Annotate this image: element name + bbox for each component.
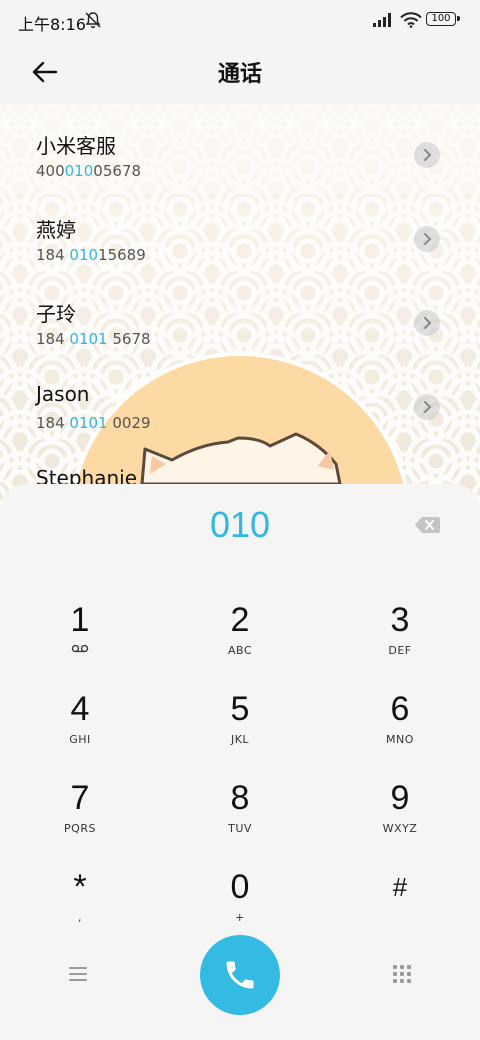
chevron-right-icon <box>424 401 432 413</box>
key-6[interactable]: 6 MNO <box>340 691 460 771</box>
contact-row[interactable]: 燕婷 184 01015689 <box>0 188 480 272</box>
contact-detail-button[interactable] <box>414 142 440 168</box>
key-8[interactable]: 8 TUV <box>180 780 300 860</box>
status-bar: 上午8:16 100 <box>0 0 480 40</box>
contact-row[interactable]: 小米客服 40001005678 <box>0 104 480 188</box>
contact-detail-button[interactable] <box>414 226 440 252</box>
contact-row[interactable]: Stephanie <box>0 440 480 484</box>
status-time: 上午8:16 <box>18 15 86 34</box>
key-9[interactable]: 9 WXYZ <box>340 780 460 860</box>
contact-number: 184 0101 0029 <box>36 414 151 432</box>
page-title: 通话 <box>217 62 262 87</box>
phone-icon <box>226 961 254 989</box>
contact-number: 40001005678 <box>36 162 141 180</box>
contact-number: 184 01015689 <box>36 246 146 264</box>
key-star[interactable]: * , <box>20 869 140 949</box>
bell-off-icon <box>85 12 101 29</box>
key-hash[interactable]: # <box>340 869 460 949</box>
menu-icon[interactable] <box>66 964 90 984</box>
dialer-panel: 010 1 2 ABC 3 DEF 4 GHI 5 JKL 6 MNO 7 PQ… <box>0 484 480 1040</box>
contact-name: 小米客服 <box>36 134 116 158</box>
chevron-right-icon <box>424 149 432 161</box>
dialed-number: 010 <box>209 504 271 545</box>
chevron-right-icon <box>424 233 432 245</box>
call-button[interactable] <box>200 935 280 1015</box>
contact-detail-button[interactable] <box>414 394 440 420</box>
contact-detail-button[interactable] <box>414 310 440 336</box>
chevron-right-icon <box>424 317 432 329</box>
key-1[interactable]: 1 <box>20 602 140 682</box>
contact-name: Stephanie <box>36 466 138 484</box>
voicemail-icon <box>71 644 89 653</box>
contact-row[interactable]: 子玲 184 0101 5678 <box>0 272 480 356</box>
backspace-icon[interactable] <box>414 516 440 534</box>
contact-results-list: 小米客服 40001005678 燕婷 184 01015689 子玲 184 … <box>0 104 480 484</box>
contact-name: Jason <box>36 382 90 406</box>
signal-icon <box>373 13 391 27</box>
app-header: 通话 <box>0 40 480 104</box>
key-3[interactable]: 3 DEF <box>340 602 460 682</box>
wifi-icon <box>400 12 422 28</box>
key-7[interactable]: 7 PQRS <box>20 780 140 860</box>
contact-row[interactable]: Jason 184 0101 0029 <box>0 356 480 440</box>
key-2[interactable]: 2 ABC <box>180 602 300 682</box>
contact-name: 子玲 <box>36 302 76 326</box>
key-4[interactable]: 4 GHI <box>20 691 140 771</box>
keypad-icon[interactable] <box>391 963 413 985</box>
contact-name: 燕婷 <box>36 218 76 242</box>
contact-number: 184 0101 5678 <box>36 330 151 348</box>
battery-indicator: 100 <box>426 12 460 26</box>
key-5[interactable]: 5 JKL <box>180 691 300 771</box>
